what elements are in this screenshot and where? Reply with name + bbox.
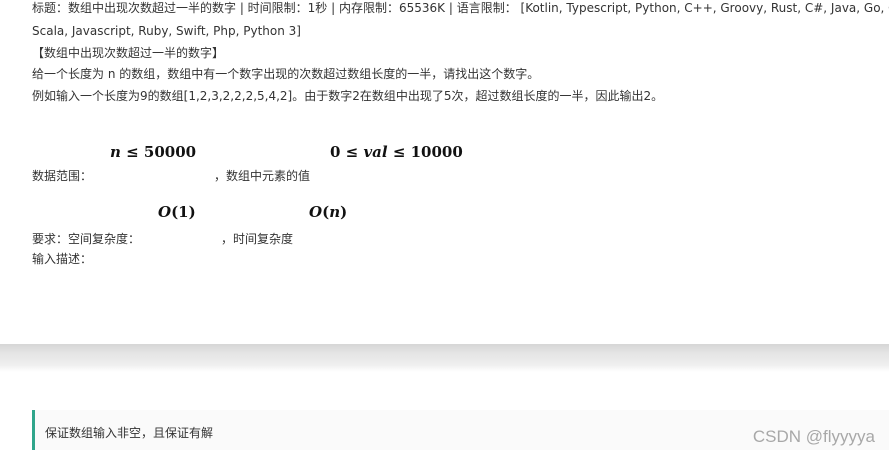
problem-heading: 【数组中出现次数超过一半的数字】 <box>32 46 225 60</box>
requirement-label: 要求：空间复杂度： <box>32 232 141 246</box>
problem-title-line1: 标题：数组中出现次数超过一半的数字 | 时间限制：1秒 | 内存限制：65536… <box>32 1 889 15</box>
input-description-label: 输入描述： <box>32 252 93 266</box>
problem-title-line2: Scala, Javascript, Ruby, Swift, Php, Pyt… <box>32 24 301 38</box>
problem-description-2: 例如输入一个长度为9的数组[1,2,3,2,2,2,5,4,2]。由于数字2在数… <box>32 89 664 103</box>
data-range-suffix: ，数组中元素的值 <box>214 169 311 183</box>
csdn-watermark: CSDN @flyyyya <box>752 427 875 446</box>
math-n-constraint: n ≤ 50000 <box>110 143 197 161</box>
math-time-complexity: O(n) <box>309 203 348 221</box>
section-divider <box>0 344 889 366</box>
math-space-complexity: O(1) <box>158 203 196 221</box>
math-val-constraint: 0 ≤ val ≤ 10000 <box>330 143 463 161</box>
requirement-suffix: ，时间复杂度 <box>221 232 294 246</box>
problem-description-1: 给一个长度为 n 的数组，数组中有一个数字出现的次数超过数组长度的一半，请找出这… <box>32 67 540 81</box>
section-divider-shadow <box>0 366 889 372</box>
input-note-text: 保证数组输入非空，且保证有解 <box>45 426 214 440</box>
data-range-label: 数据范围： <box>32 169 93 183</box>
